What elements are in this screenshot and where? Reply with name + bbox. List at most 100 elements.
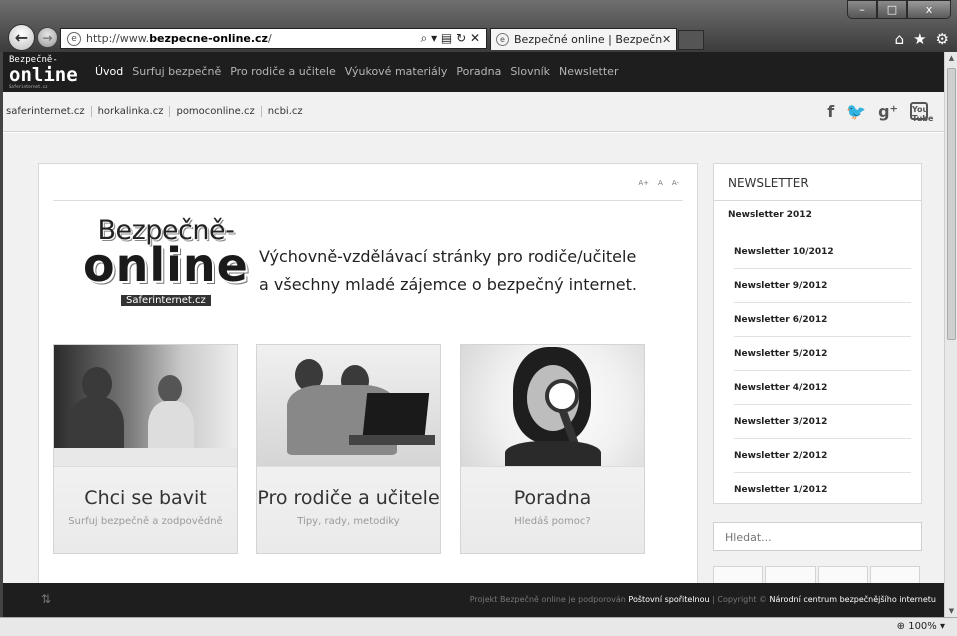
- browser-status-bar: ⊕ 100% ▾: [0, 617, 957, 636]
- footer-copyright: | Copyright ©: [709, 595, 770, 604]
- back-arrow-icon: ←: [14, 28, 29, 47]
- sidebar-tabs: [713, 566, 922, 583]
- nav-uvod[interactable]: Úvod: [95, 65, 123, 78]
- newsletter-item[interactable]: Newsletter 2/2012: [734, 439, 911, 473]
- partner-bar: saferinternet.cz horkalinka.cz pomoconli…: [3, 92, 944, 132]
- footer-sponsor-link[interactable]: Poštovní spořitelnou: [628, 595, 709, 604]
- main-navigation: Úvod Surfuj bezpečně Pro rodiče a učitel…: [95, 65, 618, 78]
- site-logo[interactable]: Bezpečně- online Saferinternet.cz: [9, 56, 78, 89]
- nav-poradna[interactable]: Poradna: [456, 65, 501, 78]
- url-text[interactable]: http://www.bezpecne-online.cz/: [86, 32, 421, 45]
- address-tools[interactable]: ⌕ ▾ ▤ ↻ ✕: [421, 31, 486, 46]
- family-laptop-photo: [257, 345, 440, 467]
- hero-logo: Bezpečně- online Saferinternet.cz: [83, 217, 249, 307]
- magnifier-icon: ⊕: [896, 621, 906, 632]
- browser-tab[interactable]: e Bezpečné online | Bezpečně... ✕: [490, 28, 677, 50]
- search-input[interactable]: [725, 531, 905, 544]
- forward-arrow-icon: →: [42, 30, 53, 45]
- youtube-icon[interactable]: You Tube: [910, 102, 933, 123]
- hero-logo-line2: online: [83, 238, 249, 292]
- zoom-control[interactable]: ⊕ 100% ▾: [897, 621, 945, 632]
- new-tab-button[interactable]: [678, 30, 704, 50]
- tile-title: Poradna: [513, 487, 592, 509]
- partner-link[interactable]: pomoconline.cz: [170, 106, 262, 117]
- hero-logo-line3: Saferinternet.cz: [121, 294, 211, 306]
- partner-links: saferinternet.cz horkalinka.cz pomoconli…: [6, 106, 309, 117]
- newsletter-item[interactable]: Newsletter 5/2012: [734, 337, 911, 371]
- url-prefix: http://www.: [86, 32, 150, 45]
- home-icon[interactable]: ⌂: [895, 30, 905, 48]
- site-top-bar: Bezpečně- online Saferinternet.cz Úvod S…: [3, 52, 944, 92]
- scroll-to-top-icon[interactable]: ⇅: [41, 592, 51, 606]
- settings-gear-icon[interactable]: ⚙: [936, 30, 949, 48]
- tile-chci-se-bavit[interactable]: Chci se bavit Surfuj bezpečně a zodpověd…: [53, 344, 238, 554]
- forward-button[interactable]: →: [37, 27, 58, 48]
- footer-org-link[interactable]: Národní centrum bezpečnějšího internetu: [770, 595, 936, 604]
- twitter-icon[interactable]: 🐦: [846, 102, 866, 121]
- newsletter-year-link[interactable]: Newsletter 2012: [714, 201, 921, 235]
- tab-title: Bezpečné online | Bezpečně...: [514, 33, 662, 46]
- partner-link[interactable]: horkalinka.cz: [92, 106, 171, 117]
- minimize-button[interactable]: –: [847, 0, 877, 19]
- divider: [53, 200, 683, 201]
- tile-subtitle: Surfuj bezpečně a zodpovědně: [68, 516, 223, 527]
- search-box[interactable]: [713, 522, 922, 551]
- footer-text: Projekt Bezpečně online je podporován Po…: [470, 595, 936, 604]
- facebook-icon[interactable]: f: [827, 102, 834, 121]
- scroll-up-icon[interactable]: ▲: [945, 54, 957, 62]
- site-logo-line2: online: [9, 64, 78, 86]
- partner-link[interactable]: saferinternet.cz: [6, 106, 92, 117]
- site-footer: ⇅ Projekt Bezpečně online je podporován …: [3, 583, 944, 617]
- tagline-line1: Výchovně-vzdělávací stránky pro rodiče/u…: [259, 247, 637, 266]
- font-decrease-button[interactable]: A-: [672, 179, 679, 187]
- scroll-down-icon[interactable]: ▼: [945, 607, 957, 615]
- nav-pro-rodice[interactable]: Pro rodiče a učitele: [230, 65, 336, 78]
- tile-subtitle: Tipy, rady, metodiky: [297, 516, 400, 527]
- newsletter-item[interactable]: Newsletter 6/2012: [734, 303, 911, 337]
- sidebar-tab[interactable]: [765, 566, 816, 583]
- favorites-star-icon[interactable]: ★: [913, 30, 926, 48]
- main-card: A+ A A- Bezpečně- online Saferinternet.c…: [38, 163, 698, 593]
- url-suffix: /: [267, 32, 272, 45]
- page-scrollbar[interactable]: ▲ ▼: [944, 52, 957, 617]
- tile-title: Pro rodiče a učitele: [257, 487, 440, 509]
- newsletter-panel: NEWSLETTER Newsletter 2012 Newsletter 10…: [713, 163, 922, 504]
- address-bar[interactable]: e http://www.bezpecne-online.cz/ ⌕ ▾ ▤ ↻…: [60, 28, 487, 49]
- url-domain: bezpecne-online.cz: [149, 32, 268, 45]
- newsletter-heading: NEWSLETTER: [714, 164, 921, 201]
- footer-prefix: Projekt Bezpečně online je podporován: [469, 595, 629, 604]
- font-reset-button[interactable]: A: [658, 179, 663, 187]
- tile-poradna[interactable]: Poradna Hledáš pomoc?: [460, 344, 645, 554]
- tab-page-icon: e: [496, 33, 509, 46]
- tab-close-icon[interactable]: ✕: [662, 33, 676, 46]
- browser-tools: ⌂ ★ ⚙: [895, 30, 949, 48]
- window-controls: – □ x: [847, 0, 951, 19]
- tagline-line2: a všechny mladé zájemce o bezpečný inter…: [259, 275, 638, 294]
- partner-link[interactable]: ncbi.cz: [262, 106, 309, 117]
- nav-slovnik[interactable]: Slovník: [510, 65, 550, 78]
- tile-subtitle: Hledáš pomoc?: [514, 516, 591, 527]
- newsletter-item[interactable]: Newsletter 1/2012: [734, 473, 911, 507]
- newsletter-item[interactable]: Newsletter 10/2012: [734, 235, 911, 269]
- font-increase-button[interactable]: A+: [638, 179, 649, 187]
- newsletter-item[interactable]: Newsletter 9/2012: [734, 269, 911, 303]
- maximize-button[interactable]: □: [877, 0, 907, 19]
- nav-newsletter[interactable]: Newsletter: [559, 65, 618, 78]
- page-icon: e: [67, 31, 81, 46]
- browser-chrome: – □ x ← → e http://www.bezpecne-online.c…: [0, 0, 957, 52]
- tile-pro-rodice-a-ucitele[interactable]: Pro rodiče a učitele Tipy, rady, metodik…: [256, 344, 441, 554]
- sidebar-tab[interactable]: [817, 566, 868, 583]
- nav-vyukove-materialy[interactable]: Výukové materiály: [345, 65, 448, 78]
- social-links: f 🐦 g⁺ You Tube: [827, 102, 933, 123]
- google-plus-icon[interactable]: g⁺: [878, 102, 898, 121]
- font-size-controls: A+ A A-: [638, 179, 679, 187]
- hero-tagline: Výchovně-vzdělávací stránky pro rodiče/u…: [259, 243, 637, 299]
- nav-surfuj-bezpecne[interactable]: Surfuj bezpečně: [132, 65, 221, 78]
- back-button[interactable]: ←: [8, 24, 35, 51]
- newsletter-item[interactable]: Newsletter 3/2012: [734, 405, 911, 439]
- scrollbar-thumb[interactable]: [947, 68, 956, 340]
- sidebar-tab[interactable]: [869, 566, 920, 583]
- newsletter-item[interactable]: Newsletter 4/2012: [734, 371, 911, 405]
- sidebar-tab[interactable]: [713, 566, 764, 583]
- close-window-button[interactable]: x: [907, 0, 951, 19]
